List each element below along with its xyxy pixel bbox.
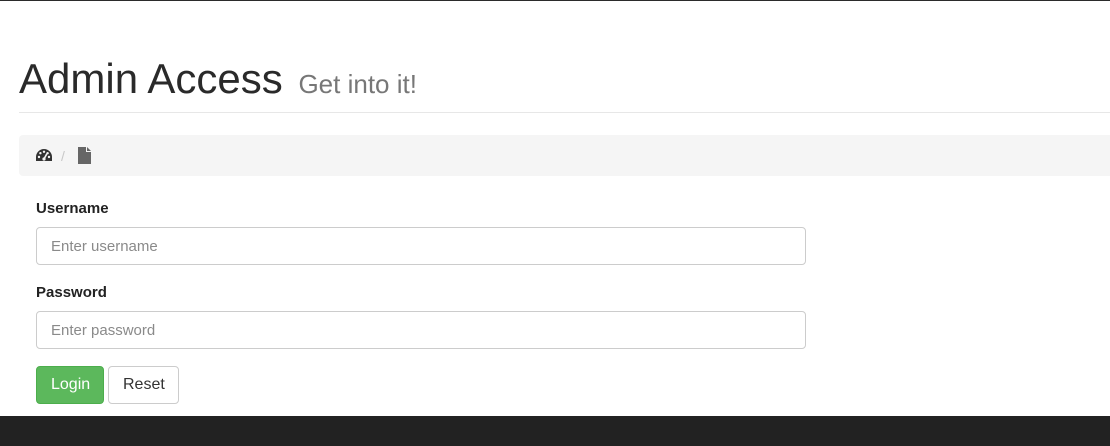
breadcrumb: /	[19, 135, 1110, 176]
username-label: Username	[36, 200, 109, 217]
login-form: Username Password Login Reset	[36, 198, 806, 404]
reset-button[interactable]: Reset	[108, 366, 179, 404]
password-input[interactable]	[36, 311, 806, 349]
top-border	[0, 0, 1110, 1]
breadcrumb-separator: /	[61, 147, 65, 164]
file-icon[interactable]	[75, 147, 93, 165]
page-subtitle: Get into it!	[298, 69, 417, 99]
page-title-text: Admin Access	[19, 55, 283, 102]
dashboard-icon[interactable]	[35, 147, 53, 165]
form-buttons: Login Reset	[36, 366, 806, 404]
page-title: Admin Access Get into it!	[19, 55, 417, 108]
page-header: Admin Access Get into it!	[19, 40, 1110, 113]
footer-bar	[0, 416, 1110, 446]
login-button[interactable]: Login	[36, 366, 104, 404]
password-label: Password	[36, 284, 107, 301]
username-input[interactable]	[36, 227, 806, 265]
